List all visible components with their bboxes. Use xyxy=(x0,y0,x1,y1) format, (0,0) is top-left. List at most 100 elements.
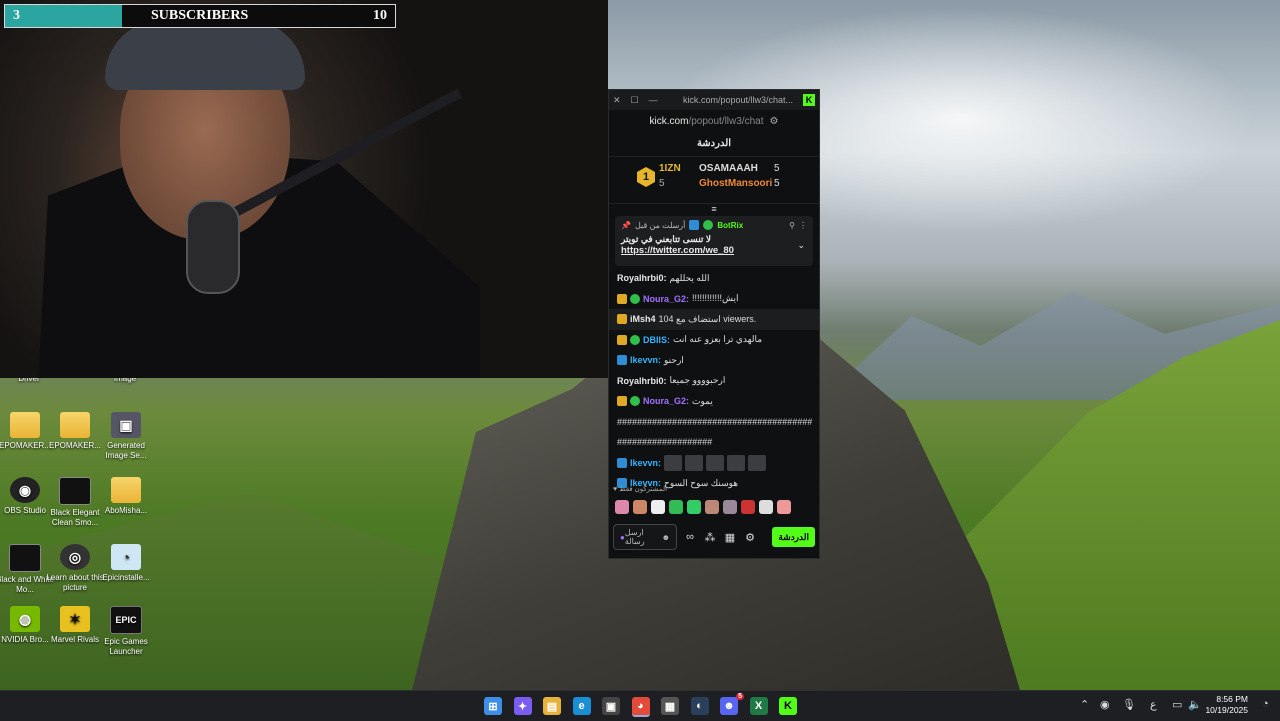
language-indicator[interactable]: ع xyxy=(1150,698,1157,711)
close-icon[interactable]: ✕ xyxy=(613,95,621,106)
mic-tray-icon[interactable]: 🎙 xyxy=(1122,698,1136,711)
send-chat-button[interactable]: الدردشة xyxy=(772,527,815,547)
excel-icon[interactable]: X xyxy=(749,697,768,715)
taskbar-clock[interactable]: 8:56 PM 10/19/2025 xyxy=(1205,694,1248,716)
chat-username[interactable]: Royalhrbi0: xyxy=(617,273,667,283)
chat-input[interactable]: ● ارسل رسالة ☻ xyxy=(613,524,677,550)
chat-username[interactable]: lkevvn: xyxy=(630,458,661,468)
pinned-link[interactable]: https://twitter.com/we_80 xyxy=(621,245,807,256)
emote-icon[interactable] xyxy=(705,500,719,514)
discord-icon[interactable]: ☻ 5 xyxy=(720,693,744,715)
folder-icon xyxy=(60,412,90,438)
emote-icon[interactable] xyxy=(651,500,665,514)
url-bar[interactable]: kick.com/popout/llw3/chat ⚙ xyxy=(609,110,819,132)
chat-username[interactable]: lkevvn: xyxy=(630,355,661,365)
chat-username[interactable]: Noura_G2: xyxy=(643,396,689,406)
desktop-icon-epic-games[interactable]: EPIC Epic Games Launcher xyxy=(97,606,155,657)
emote-icon[interactable] xyxy=(669,500,683,514)
chat-message[interactable]: iMsh4 104 استضاف مع viewers. xyxy=(609,309,819,330)
desktop-icon-epomaker-2[interactable]: EPOMAKER... xyxy=(46,412,104,451)
network-app-icon[interactable]: ◉ xyxy=(1100,698,1110,711)
unpin-icon[interactable]: ⚲ xyxy=(789,221,795,230)
calculator-icon[interactable]: ▦ xyxy=(661,697,679,715)
pinned-sender[interactable]: BotRix xyxy=(717,221,743,230)
volume-icon[interactable]: 🔈 xyxy=(1188,698,1202,711)
chat-message-text: يموت xyxy=(692,395,713,406)
desktop-icon-generated-image[interactable]: ▣ Generated Image Se... xyxy=(97,412,155,461)
infinity-icon[interactable]: ∞ xyxy=(683,531,697,543)
chat-message[interactable]: lkevvn: xyxy=(609,453,819,474)
chat-message[interactable]: ####################################### xyxy=(609,412,819,433)
desktop-icon-label: Generated Image Se... xyxy=(105,441,147,460)
chat-username[interactable]: iMsh4 xyxy=(630,314,656,324)
site-settings-icon[interactable]: ⚙ xyxy=(770,116,779,127)
chat-username[interactable]: DBIlS: xyxy=(643,335,670,345)
emote-icon[interactable] xyxy=(759,500,773,514)
webcam-microphone xyxy=(186,200,240,294)
video-file-icon xyxy=(59,477,91,505)
minimize-icon[interactable]: — xyxy=(649,95,658,105)
subscriber-current: 3 xyxy=(13,8,20,23)
desktop-icon-label: EPOMAKER... xyxy=(48,441,101,450)
chat-message-text: هوسنك سوح السوح xyxy=(664,477,738,488)
desktop-icon-abomisha[interactable]: AboMisha... xyxy=(97,477,155,516)
emote-icon[interactable] xyxy=(687,500,701,514)
chat-input-placeholder: ارسل رسالة xyxy=(624,528,645,546)
store-icon[interactable]: ▣ xyxy=(602,697,620,715)
chat-message[interactable]: lkevvn: ارحنو xyxy=(609,350,819,371)
chat-message-text: ################### xyxy=(617,437,713,448)
desktop-icon-label: Marvel Rivals xyxy=(50,635,99,644)
bot-badge-icon xyxy=(689,220,700,230)
chat-message[interactable]: Noura_G2: يموت xyxy=(609,391,819,412)
emote-icon[interactable] xyxy=(777,500,791,514)
kick-icon[interactable]: K xyxy=(779,697,797,715)
emote-icon xyxy=(685,454,704,471)
wifi-icon[interactable]: ▭ xyxy=(1172,698,1182,711)
chat-username[interactable]: Royalhrbi0: xyxy=(617,376,667,386)
chevron-up-icon[interactable]: ⌃ xyxy=(1080,698,1089,711)
gear-icon[interactable]: ⚙ xyxy=(743,531,757,544)
window-title: kick.com/popout/llw3/chat... xyxy=(682,95,793,105)
chrome-icon[interactable]: ◕ xyxy=(631,697,650,717)
chat-message[interactable]: Royalhrbi0: الله يحللهم xyxy=(609,268,819,289)
emote-icon[interactable] xyxy=(633,500,647,514)
subscriber-badge-icon xyxy=(617,293,627,304)
leaderboard-entry-name: GhostMansoori xyxy=(699,178,773,189)
desktop-icon-marvel-rivals[interactable]: ✶ Marvel Rivals xyxy=(46,606,104,645)
more-options-icon[interactable]: ⋮ xyxy=(799,221,807,230)
emoji-icon[interactable]: ☻ xyxy=(662,533,670,542)
desktop-icon-epic-installer[interactable]: ◔ Epicinstalle... xyxy=(97,544,155,583)
taskbar: ⊞ ✦ ▤ e ▣ ◕ ▦ ◐ ☻ 5 X K ⌃ ◉ 🎙 ع ▭ 🔈 8:56 PM 10/19/2… xyxy=(0,690,1280,721)
date: 10/19/2025 xyxy=(1205,705,1248,715)
chat-message[interactable]: Royalhrbi0: ارحبوووو جميعا xyxy=(609,371,819,392)
desktop-icon-learn-picture[interactable]: ◎ Learn about this picture xyxy=(46,544,104,593)
chat-message[interactable]: DBIlS: مالهدي ترا بعزو عنه انت xyxy=(609,330,819,351)
copilot-icon[interactable]: ✦ xyxy=(513,697,532,715)
emote-icon xyxy=(706,454,725,471)
chat-message[interactable]: Noura_G2: !!!!!!!!!!!!ايش xyxy=(609,289,819,310)
notification-icon[interactable]: ◔ xyxy=(1262,698,1269,710)
chat-username[interactable]: Noura_G2: xyxy=(643,294,689,304)
emote-icon[interactable] xyxy=(615,500,629,514)
window-titlebar: ✕ ☐ — kick.com/popout/llw3/chat... K xyxy=(609,90,819,110)
gift-icon[interactable]: ▦ xyxy=(723,531,737,544)
folder-icon xyxy=(111,477,141,503)
steam-icon[interactable]: ◐ xyxy=(690,697,709,715)
subscriber-label: SUBSCRIBERS xyxy=(151,8,249,23)
maximize-icon[interactable]: ☐ xyxy=(631,95,639,106)
leaderboard-entry-count: 5 xyxy=(774,178,780,189)
subscriber-badge-icon xyxy=(617,334,627,345)
users-icon[interactable]: ⁂ xyxy=(703,531,717,544)
nvidia-icon: ◍ xyxy=(10,606,40,632)
pinned-message[interactable]: 📌 أرسلت من قبل BotRix ⚲ ⋮ لا تنسى تتابعن… xyxy=(615,216,813,266)
desktop-icon-black-elegant[interactable]: Black Elegant Clean Smo... xyxy=(46,477,104,528)
chat-message[interactable]: ################### xyxy=(609,432,819,453)
desktop-icon-label: Learn about this picture xyxy=(46,573,104,592)
start-icon[interactable]: ⊞ xyxy=(484,697,502,715)
collapse-icon[interactable]: ≡ xyxy=(609,204,819,214)
file-explorer-icon[interactable]: ▤ xyxy=(543,697,561,715)
emote-icon[interactable] xyxy=(741,500,755,514)
edge-icon[interactable]: e xyxy=(572,697,591,715)
chevron-down-icon[interactable]: ⌄ xyxy=(797,240,805,251)
emote-icon[interactable] xyxy=(723,500,737,514)
